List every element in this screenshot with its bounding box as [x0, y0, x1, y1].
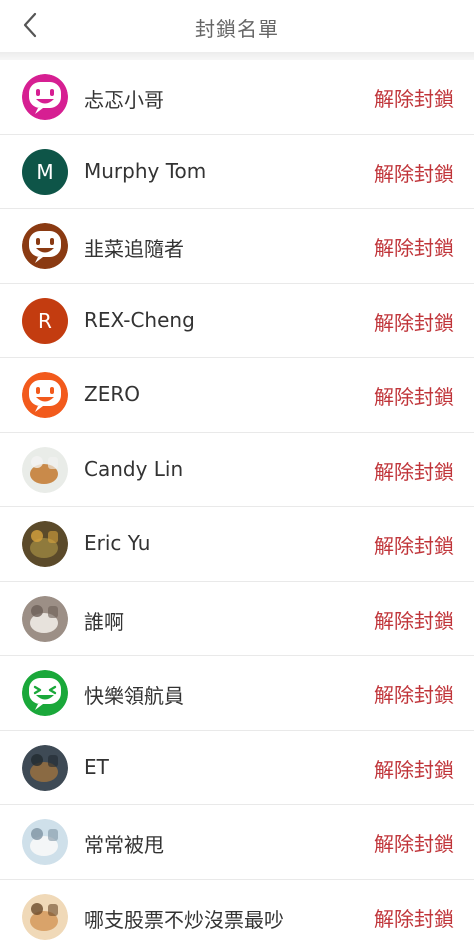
user-name: REX-Cheng: [84, 307, 195, 332]
avatar[interactable]: [22, 893, 68, 940]
smiley-icon: [22, 372, 68, 418]
avatar[interactable]: [22, 446, 68, 493]
user-name: Eric Yu: [84, 531, 151, 555]
user-name: 韭菜追隨者: [84, 237, 184, 261]
unblock-button[interactable]: 解除封鎖: [374, 530, 454, 559]
avatar-letter: R: [38, 308, 52, 333]
unblock-button[interactable]: 解除封鎖: [374, 679, 454, 708]
blocked-user-row: 哪支股票不炒沒票最吵 解除封鎖: [0, 879, 474, 951]
avatar[interactable]: [22, 74, 68, 120]
avatar[interactable]: [22, 595, 68, 642]
blocked-user-row: M Murphy Tom 解除封鎖: [0, 134, 474, 209]
food-photo: [22, 521, 68, 567]
blocked-user-row: R REX-Cheng 解除封鎖: [0, 283, 474, 358]
blocked-list: 忐忑小哥 解除封鎖 M Murphy Tom 解除封鎖 韭菜追隨者 解除封鎖 R REX-Che…: [0, 60, 474, 951]
blocked-user-row: ET 解除封鎖: [0, 730, 474, 805]
avatar-letter: M: [36, 159, 54, 184]
avatar[interactable]: [22, 670, 68, 716]
user-name: 快樂領航員: [84, 684, 184, 708]
avatar[interactable]: [22, 372, 68, 418]
unblock-button[interactable]: 解除封鎖: [374, 83, 454, 112]
blocked-user-row: 韭菜追隨者 解除封鎖: [0, 209, 474, 284]
avatar[interactable]: [22, 223, 68, 269]
unblock-button[interactable]: 解除封鎖: [374, 158, 454, 187]
blocked-user-row: 忐忑小哥 解除封鎖: [0, 60, 474, 135]
user-name: ZERO: [84, 382, 140, 406]
laughing-icon: [22, 670, 68, 716]
cat-photo: [22, 595, 68, 642]
blocked-user-row: Eric Yu 解除封鎖: [0, 507, 474, 582]
user-name: 常常被甩: [84, 833, 164, 857]
header-bar: 封鎖名單: [0, 0, 474, 52]
avatar[interactable]: R: [22, 297, 68, 344]
user-name: Murphy Tom: [84, 158, 207, 183]
avatar[interactable]: [22, 744, 68, 791]
blocked-user-row: 常常被甩 解除封鎖: [0, 805, 474, 880]
user-name: ET: [84, 754, 109, 779]
smiley-icon: [22, 223, 68, 269]
smiley-icon: [22, 74, 68, 120]
avatar[interactable]: [22, 521, 68, 567]
unblock-button[interactable]: 解除封鎖: [374, 828, 454, 857]
sign-photo: [22, 819, 68, 865]
blocked-user-row: ZERO 解除封鎖: [0, 358, 474, 433]
user-name: 忐忑小哥: [84, 88, 164, 112]
user-name: Candy Lin: [84, 456, 184, 481]
avatar[interactable]: M: [22, 148, 68, 195]
cartoon-photo: [22, 893, 68, 940]
blocked-user-row: Candy Lin 解除封鎖: [0, 432, 474, 507]
unblock-button[interactable]: 解除封鎖: [374, 754, 454, 783]
dark-photo: [22, 744, 68, 791]
dog-photo: [22, 446, 68, 493]
blocked-user-row: 誰啊 解除封鎖: [0, 581, 474, 656]
blocked-user-row: 快樂領航員 解除封鎖: [0, 656, 474, 731]
unblock-button[interactable]: 解除封鎖: [374, 381, 454, 410]
avatar[interactable]: [22, 819, 68, 865]
unblock-button[interactable]: 解除封鎖: [374, 605, 454, 634]
unblock-button[interactable]: 解除封鎖: [374, 456, 454, 485]
user-name: 誰啊: [84, 609, 124, 634]
unblock-button[interactable]: 解除封鎖: [374, 232, 454, 261]
unblock-button[interactable]: 解除封鎖: [374, 903, 454, 932]
user-name: 哪支股票不炒沒票最吵: [84, 907, 284, 932]
unblock-button[interactable]: 解除封鎖: [374, 307, 454, 336]
page-title: 封鎖名單: [195, 17, 279, 41]
header-divider: [0, 52, 474, 60]
